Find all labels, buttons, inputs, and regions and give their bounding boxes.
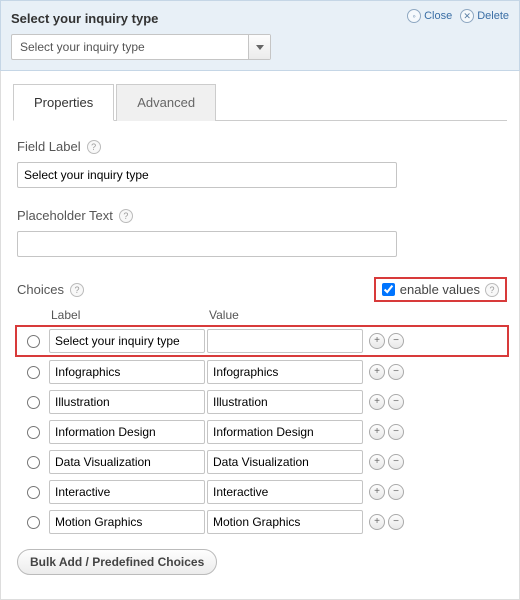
choice-label-input[interactable] — [49, 480, 205, 504]
choice-default-radio[interactable] — [27, 335, 40, 348]
choice-row: +− — [17, 387, 507, 417]
choice-row: +− — [17, 447, 507, 477]
help-icon[interactable]: ? — [119, 209, 133, 223]
col-value-header: Value — [209, 308, 367, 322]
choice-label-input[interactable] — [49, 360, 205, 384]
enable-values-highlight: enable values ? — [374, 277, 507, 302]
remove-choice-button[interactable]: − — [388, 424, 404, 440]
close-icon: ◦ — [407, 9, 421, 23]
choice-default-radio[interactable] — [27, 396, 40, 409]
help-icon[interactable]: ? — [87, 140, 101, 154]
close-button[interactable]: ◦ Close — [407, 9, 452, 23]
choice-default-radio[interactable] — [27, 426, 40, 439]
delete-button[interactable]: ✕ Delete — [460, 9, 509, 23]
tab-advanced[interactable]: Advanced — [116, 84, 216, 121]
remove-choice-button[interactable]: − — [388, 394, 404, 410]
choices-columns: Label Value — [17, 308, 507, 322]
choice-value-input[interactable] — [207, 420, 363, 444]
placeholder-caption: Placeholder Text — [17, 208, 113, 223]
remove-choice-button[interactable]: − — [388, 364, 404, 380]
choice-label-input[interactable] — [49, 390, 205, 414]
placeholder-group: Placeholder Text ? — [13, 208, 507, 257]
choice-value-input[interactable] — [207, 360, 363, 384]
choice-value-input[interactable] — [207, 329, 363, 353]
choice-label-input[interactable] — [49, 450, 205, 474]
add-choice-button[interactable]: + — [369, 484, 385, 500]
settings-body: Properties Advanced Field Label ? Placeh… — [0, 71, 520, 600]
dropdown-preview-text: Select your inquiry type — [20, 40, 145, 54]
choice-value-input[interactable] — [207, 480, 363, 504]
choice-row: +− — [17, 477, 507, 507]
add-choice-button[interactable]: + — [369, 333, 385, 349]
remove-choice-button[interactable]: − — [388, 333, 404, 349]
choices-group: Choices ? enable values ? Label Value +−… — [13, 277, 507, 575]
field-header: ◦ Close ✕ Delete Select your inquiry typ… — [0, 0, 520, 71]
enable-values-checkbox[interactable] — [382, 283, 395, 296]
choice-value-input[interactable] — [207, 510, 363, 534]
choices-list: +−+−+−+−+−+−+− — [17, 325, 507, 537]
choice-default-radio[interactable] — [27, 516, 40, 529]
choice-default-radio[interactable] — [27, 366, 40, 379]
settings-tabs: Properties Advanced — [13, 83, 507, 121]
field-label-group: Field Label ? — [13, 139, 507, 188]
field-label-input[interactable] — [17, 162, 397, 188]
remove-choice-button[interactable]: − — [388, 454, 404, 470]
add-choice-button[interactable]: + — [369, 514, 385, 530]
choice-default-radio[interactable] — [27, 456, 40, 469]
bulk-add-button[interactable]: Bulk Add / Predefined Choices — [17, 549, 217, 575]
remove-choice-button[interactable]: − — [388, 484, 404, 500]
tab-properties[interactable]: Properties — [13, 84, 114, 121]
placeholder-input[interactable] — [17, 231, 397, 257]
help-icon[interactable]: ? — [485, 283, 499, 297]
dropdown-preview[interactable]: Select your inquiry type — [11, 34, 271, 60]
choice-row: +− — [17, 357, 507, 387]
choice-row: +− — [17, 417, 507, 447]
add-choice-button[interactable]: + — [369, 454, 385, 470]
choice-default-radio[interactable] — [27, 486, 40, 499]
enable-values-label: enable values — [400, 282, 480, 297]
remove-choice-button[interactable]: − — [388, 514, 404, 530]
choice-value-input[interactable] — [207, 390, 363, 414]
delete-icon: ✕ — [460, 9, 474, 23]
choice-label-input[interactable] — [49, 420, 205, 444]
choices-caption: Choices — [17, 282, 64, 297]
field-label-caption: Field Label — [17, 139, 81, 154]
choice-row: +− — [15, 325, 509, 357]
delete-label: Delete — [477, 10, 509, 22]
col-label-header: Label — [51, 308, 209, 322]
dropdown-arrow — [248, 35, 270, 59]
add-choice-button[interactable]: + — [369, 364, 385, 380]
choice-value-input[interactable] — [207, 450, 363, 474]
chevron-down-icon — [256, 45, 264, 50]
add-choice-button[interactable]: + — [369, 394, 385, 410]
choice-row: +− — [17, 507, 507, 537]
help-icon[interactable]: ? — [70, 283, 84, 297]
choice-label-input[interactable] — [49, 510, 205, 534]
close-label: Close — [424, 10, 452, 22]
add-choice-button[interactable]: + — [369, 424, 385, 440]
choice-label-input[interactable] — [49, 329, 205, 353]
